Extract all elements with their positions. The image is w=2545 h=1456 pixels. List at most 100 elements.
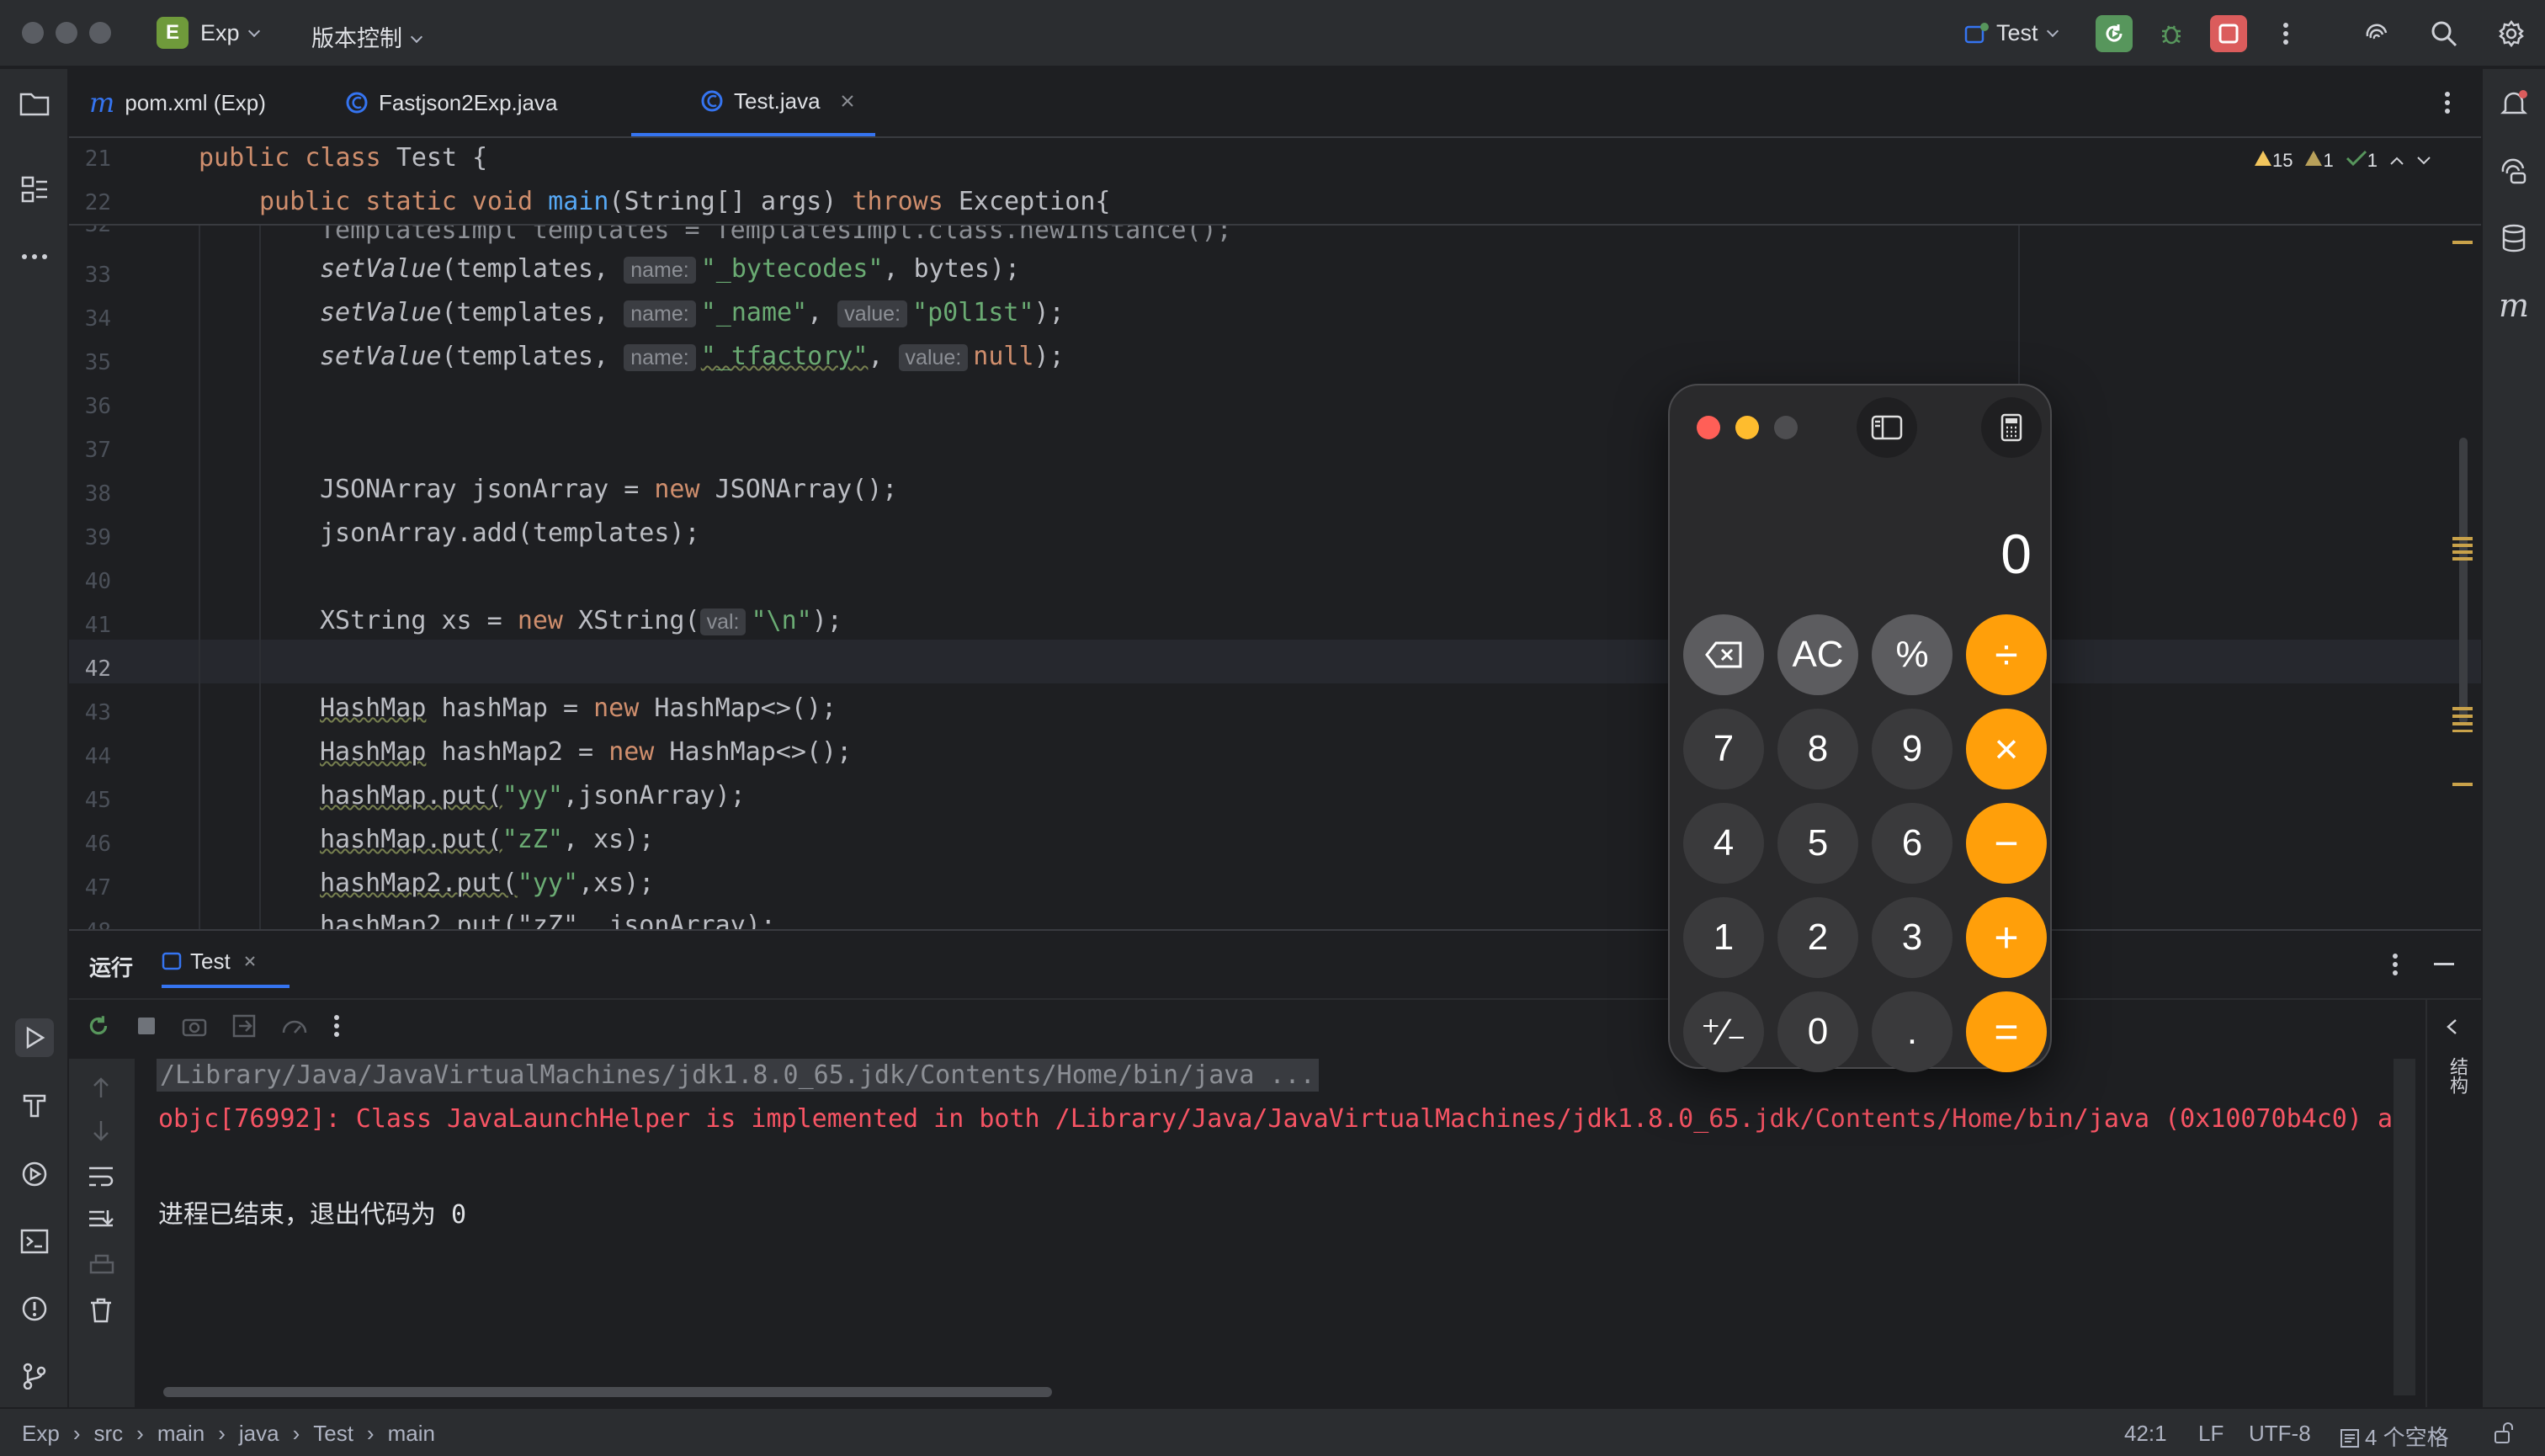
calc-key-digit-6[interactable]: 6 (1872, 803, 1953, 884)
minimize-panel-button[interactable] (2434, 963, 2454, 965)
calc-key-digit-0[interactable]: 0 (1777, 991, 1858, 1072)
run-config-tab[interactable]: Test (162, 938, 290, 988)
breadcrumb-item[interactable]: Test (313, 1421, 353, 1447)
calc-key-plus-minus[interactable]: ⁺∕₋ (1683, 991, 1764, 1072)
arrow-up-icon[interactable] (91, 1076, 111, 1099)
run-tool-button[interactable] (15, 1018, 54, 1057)
rerun-icon[interactable] (86, 1013, 111, 1039)
stop-button[interactable] (2210, 15, 2247, 52)
calc-key-digit-1[interactable]: 1 (1683, 897, 1764, 978)
more-vertical-icon[interactable] (333, 1014, 340, 1038)
tab-test-java[interactable]: Test.java (631, 69, 875, 136)
ai-chat-button[interactable] (2495, 151, 2533, 190)
structure-tool-button[interactable] (15, 170, 54, 209)
calc-key-percent[interactable]: % (1872, 614, 1953, 695)
file-encoding[interactable]: UTF-8 (2249, 1421, 2311, 1447)
console-command-line[interactable]: /Library/Java/JavaVirtualMachines/jdk1.8… (157, 1059, 1319, 1092)
build-tool-button[interactable] (15, 1086, 54, 1124)
warning-marker[interactable] (2452, 537, 2473, 562)
close-icon[interactable] (841, 94, 854, 108)
calc-key-equals[interactable]: = (1966, 991, 2047, 1072)
run-config-selector[interactable]: Test (1964, 20, 2059, 46)
services-tool-button[interactable] (15, 1155, 54, 1193)
warning-marker[interactable] (2452, 707, 2473, 732)
project-tool-button[interactable] (15, 84, 54, 123)
calc-key-add[interactable]: + (1966, 897, 2047, 978)
chevron-up-icon[interactable] (2389, 156, 2404, 166)
tab-actions-button[interactable] (2444, 91, 2451, 119)
calc-key-digit-2[interactable]: 2 (1777, 897, 1858, 978)
breadcrumb-item[interactable]: main (157, 1421, 205, 1447)
notifications-button[interactable] (2495, 84, 2533, 123)
structure-label[interactable]: 结构 (2444, 1057, 2471, 1094)
warning-marker[interactable] (2452, 241, 2473, 244)
calc-key-all-clear[interactable]: AC (1777, 614, 1858, 695)
scroll-to-end-icon[interactable] (88, 1209, 114, 1232)
breadcrumb-item[interactable]: src (93, 1421, 123, 1447)
calc-key-backspace[interactable] (1683, 614, 1764, 695)
chevron-left-icon[interactable] (2446, 1018, 2457, 1035)
console-vertical-scrollbar[interactable] (2394, 1059, 2415, 1395)
calc-key-decimal[interactable]: . (1872, 991, 1953, 1072)
print-icon[interactable] (89, 1254, 114, 1278)
problems-tool-button[interactable] (15, 1289, 54, 1328)
more-tools-button[interactable] (15, 237, 54, 276)
editor-scrollbar[interactable] (2459, 438, 2468, 724)
lock-icon[interactable] (2493, 1422, 2515, 1444)
calculator-mode-button[interactable] (1981, 397, 2042, 458)
breadcrumb-item[interactable]: java (239, 1421, 279, 1447)
stop-icon[interactable] (136, 1016, 157, 1036)
debug-button[interactable] (2153, 15, 2190, 52)
trash-icon[interactable] (89, 1298, 113, 1323)
window-minimize-button[interactable] (1735, 416, 1759, 439)
caret-position[interactable]: 42:1 (2124, 1421, 2167, 1447)
ai-assistant-button[interactable] (2358, 15, 2395, 52)
camera-icon[interactable] (182, 1015, 207, 1037)
settings-button[interactable] (2493, 15, 2530, 52)
folder-icon (19, 93, 50, 116)
chevron-down-icon[interactable] (2416, 156, 2431, 166)
project-badge[interactable]: E (157, 17, 189, 49)
window-close-button[interactable] (22, 22, 44, 44)
arrow-down-icon[interactable] (91, 1119, 111, 1143)
database-button[interactable] (2495, 219, 2533, 258)
window-minimize-button[interactable] (56, 22, 77, 44)
sidebar-toggle-button[interactable] (1857, 397, 1917, 458)
calc-key-divide[interactable]: ÷ (1966, 614, 2047, 695)
breadcrumb-item[interactable]: main (388, 1421, 435, 1447)
rerun-button[interactable] (2096, 15, 2133, 52)
exit-icon[interactable] (232, 1014, 256, 1038)
git-tool-button[interactable] (15, 1357, 54, 1395)
terminal-tool-button[interactable] (15, 1222, 54, 1261)
tab-pom-xml[interactable]: m pom.xml (Exp) (89, 69, 359, 136)
code-editor[interactable]: 3233343536373839404142434445464748 Templ… (69, 138, 2481, 929)
calc-key-digit-3[interactable]: 3 (1872, 897, 1953, 978)
calc-key-subtract[interactable]: − (1966, 803, 2047, 884)
calc-key-digit-9[interactable]: 9 (1872, 709, 1953, 789)
more-actions-button[interactable] (2267, 15, 2304, 52)
calc-key-multiply[interactable]: × (1966, 709, 2047, 789)
close-icon[interactable] (244, 955, 256, 967)
line-number: 46 (84, 832, 111, 857)
search-button[interactable] (2425, 15, 2463, 52)
window-zoom-button[interactable] (1774, 416, 1798, 439)
inspection-widget[interactable]: 15 1 1 (2254, 150, 2431, 172)
project-selector[interactable]: Exp (200, 20, 260, 46)
console-horizontal-scrollbar[interactable] (163, 1387, 1052, 1397)
window-zoom-button[interactable] (89, 22, 111, 44)
maven-button[interactable]: m (2495, 286, 2533, 325)
coverage-icon[interactable] (281, 1014, 308, 1038)
vcs-menu[interactable]: 版本控制 (311, 20, 423, 53)
window-close-button[interactable] (1697, 416, 1720, 439)
calc-key-digit-4[interactable]: 4 (1683, 803, 1764, 884)
warning-marker[interactable] (2452, 783, 2473, 786)
run-panel-options-button[interactable] (2392, 953, 2399, 980)
calc-key-digit-5[interactable]: 5 (1777, 803, 1858, 884)
calc-key-digit-7[interactable]: 7 (1683, 709, 1764, 789)
indent-setting[interactable]: 4 个空格 (2340, 1421, 2449, 1452)
soft-wrap-icon[interactable] (88, 1165, 114, 1188)
breadcrumb-item[interactable]: Exp (22, 1421, 60, 1447)
line-separator[interactable]: LF (2198, 1421, 2224, 1447)
calc-key-digit-8[interactable]: 8 (1777, 709, 1858, 789)
tab-fastjson2exp[interactable]: Fastjson2Exp.java (345, 69, 665, 136)
